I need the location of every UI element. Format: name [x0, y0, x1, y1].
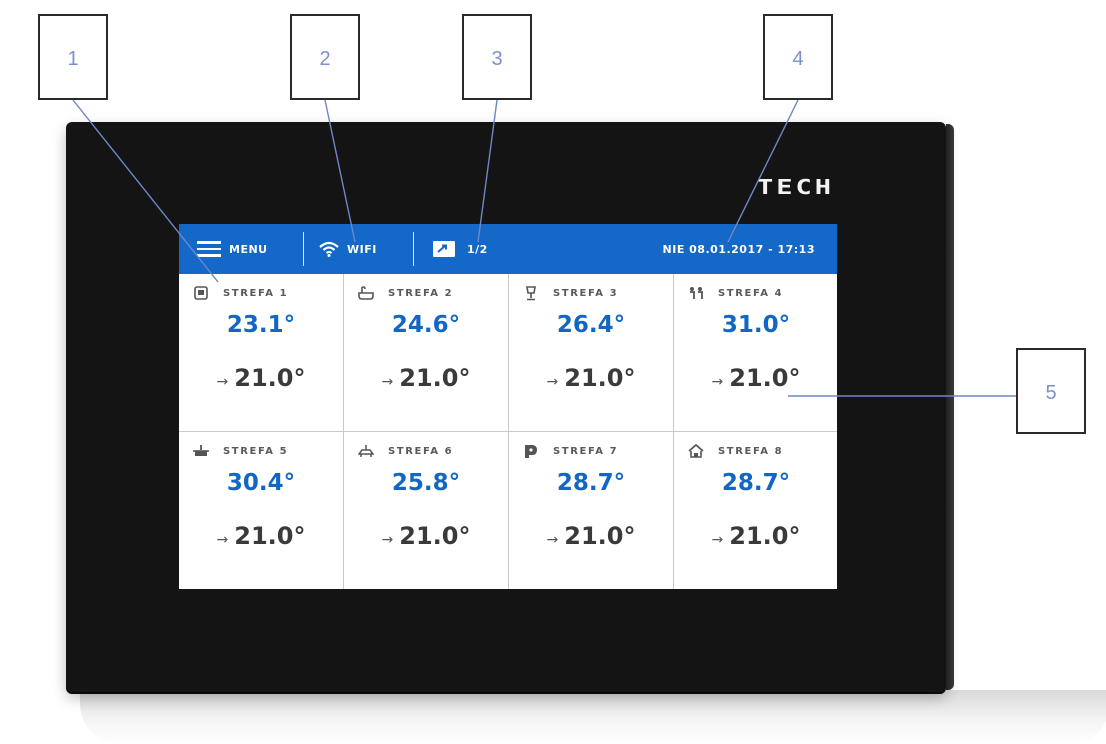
- zone-current-temp: 28.7°: [556, 470, 626, 496]
- zone-tile-2[interactable]: STREFA 2 24.6° → 21.0°: [344, 274, 508, 431]
- zone-current-temp: 24.6°: [391, 312, 461, 338]
- zone-current-temp: 26.4°: [556, 312, 626, 338]
- zone-setpoint-value: 21.0°: [564, 364, 636, 392]
- page-indicator: 1/2: [467, 242, 488, 256]
- zone-name: STREFA 7: [553, 445, 619, 457]
- zone-setpoint: → 21.0°: [344, 522, 508, 550]
- zone-setpoint-value: 21.0°: [564, 522, 636, 550]
- topbar-divider: [303, 232, 304, 266]
- arrow-right-icon: →: [381, 532, 394, 548]
- zone-tile-6[interactable]: STREFA 6 25.8° → 21.0°: [344, 432, 508, 589]
- zone-setpoint: → 21.0°: [344, 364, 508, 392]
- brand-logo: TECH: [756, 176, 834, 200]
- zone-current-temp: 31.0°: [721, 312, 791, 338]
- zone-grid: STREFA 1 23.1° → 21.0° STREFA 2 24.6° → 21…: [179, 274, 837, 589]
- callout-number: 4: [792, 48, 804, 70]
- zone-name: STREFA 4: [718, 287, 784, 299]
- bath-icon: [358, 285, 374, 301]
- arrow-right-icon: →: [546, 374, 559, 390]
- touch-screen: MENU WIFI 1/2 NIE 08.01.2017 - 17:13 STR…: [179, 224, 837, 589]
- arrow-right-icon: →: [711, 532, 724, 548]
- arrow-right-icon: →: [546, 532, 559, 548]
- zone-setpoint-value: 21.0°: [234, 522, 306, 550]
- datetime-display[interactable]: NIE 08.01.2017 - 17:13: [663, 224, 815, 274]
- zone-current-temp: 28.7°: [721, 470, 791, 496]
- arrow-right-icon: →: [216, 532, 229, 548]
- wifi-label: WIFI: [347, 242, 377, 256]
- zone-tile-4[interactable]: STREFA 4 31.0° → 21.0°: [674, 274, 837, 431]
- page-switch-icon: [433, 241, 455, 257]
- device-side-edge: [946, 124, 954, 690]
- zone-name: STREFA 3: [553, 287, 619, 299]
- kitchen-icon: [193, 443, 209, 459]
- zone-tile-8[interactable]: STREFA 8 28.7° → 21.0°: [674, 432, 837, 589]
- callout-2: 2: [290, 14, 360, 100]
- callout-number: 5: [1045, 382, 1057, 404]
- zone-current-temp: 23.1°: [226, 312, 296, 338]
- zone-setpoint: → 21.0°: [509, 522, 673, 550]
- top-bar: MENU WIFI 1/2 NIE 08.01.2017 - 17:13: [179, 224, 837, 274]
- menu-label: MENU: [229, 242, 268, 256]
- wifi-button[interactable]: WIFI: [319, 224, 377, 274]
- zone-name: STREFA 6: [388, 445, 454, 457]
- table-icon: [358, 443, 374, 459]
- callout-number: 1: [67, 48, 79, 70]
- device-floor-shadow: [80, 690, 1106, 744]
- datetime-text: NIE 08.01.2017 - 17:13: [662, 242, 815, 256]
- arrow-right-icon: →: [711, 374, 724, 390]
- zone-setpoint-value: 21.0°: [399, 522, 471, 550]
- page-switch-button[interactable]: 1/2: [433, 224, 488, 274]
- hamburger-icon: [197, 241, 221, 257]
- door-icon: [523, 443, 539, 459]
- zone-setpoint: → 21.0°: [674, 522, 837, 550]
- zone-setpoint: → 21.0°: [179, 522, 343, 550]
- zone-setpoint-value: 21.0°: [234, 364, 306, 392]
- zone-tile-3[interactable]: STREFA 3 26.4° → 21.0°: [509, 274, 673, 431]
- callout-4: 4: [763, 14, 833, 100]
- zone-setpoint: → 21.0°: [509, 364, 673, 392]
- house-icon: [688, 443, 704, 459]
- zone-setpoint: → 21.0°: [179, 364, 343, 392]
- zone-current-temp: 25.8°: [391, 470, 461, 496]
- zone-tile-1[interactable]: STREFA 1 23.1° → 21.0°: [179, 274, 343, 431]
- lamp-icon: [523, 285, 539, 301]
- zone-name: STREFA 2: [388, 287, 454, 299]
- zone-setpoint-value: 21.0°: [729, 522, 801, 550]
- zone-name: STREFA 8: [718, 445, 784, 457]
- zone-name: STREFA 5: [223, 445, 289, 457]
- zone-tile-7[interactable]: STREFA 7 28.7° → 21.0°: [509, 432, 673, 589]
- wifi-icon: [319, 241, 339, 257]
- zone-tile-5[interactable]: STREFA 5 30.4° → 21.0°: [179, 432, 343, 589]
- arrow-right-icon: →: [216, 374, 229, 390]
- callout-3: 3: [462, 14, 532, 100]
- zone-setpoint-value: 21.0°: [399, 364, 471, 392]
- zone-name: STREFA 1: [223, 287, 289, 299]
- callout-1: 1: [38, 14, 108, 100]
- zone-setpoint-value: 21.0°: [729, 364, 801, 392]
- callout-number: 3: [491, 48, 503, 70]
- arrow-right-icon: →: [381, 374, 394, 390]
- zone-current-temp: 30.4°: [226, 470, 296, 496]
- room-icon: [193, 285, 209, 301]
- topbar-divider: [413, 232, 414, 266]
- zone-setpoint: → 21.0°: [674, 364, 837, 392]
- children-icon: [688, 285, 704, 301]
- callout-5: 5: [1016, 348, 1086, 434]
- menu-button[interactable]: MENU: [197, 224, 268, 274]
- callout-number: 2: [319, 48, 331, 70]
